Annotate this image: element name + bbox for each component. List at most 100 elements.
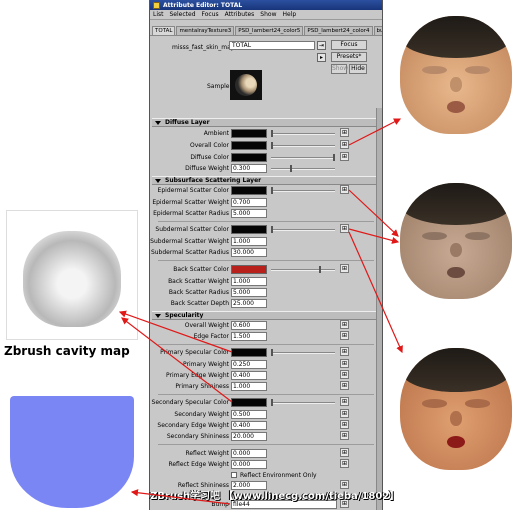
edge-factor-map-icon[interactable]: ⊞ xyxy=(340,331,349,340)
primary-shininess-field[interactable]: 1.000 xyxy=(231,382,267,391)
row-primary-shininess: Primary Shininess 1.000 ⊞ xyxy=(152,381,376,392)
select-input-icon[interactable]: ⇥ xyxy=(317,41,326,50)
primary-color-label: Primary Specular Color xyxy=(160,349,229,356)
reflect-weight-map-icon[interactable]: ⊞ xyxy=(340,448,349,457)
row-epidermal-weight: Epidermal Scatter Weight 0.700 xyxy=(152,197,376,208)
reflect-edge-map-icon[interactable]: ⊞ xyxy=(340,459,349,468)
menu-attributes[interactable]: Attributes xyxy=(225,11,255,18)
menu-selected[interactable]: Selected xyxy=(170,11,196,18)
diffuse-color-label: Diffuse Color xyxy=(190,154,229,161)
secondary-weight-map-icon[interactable]: ⊞ xyxy=(340,409,349,418)
secondary-color-slider[interactable] xyxy=(271,399,335,406)
presets-button[interactable]: Presets* xyxy=(331,52,367,62)
menu-show[interactable]: Show xyxy=(260,11,276,18)
back-radius-field[interactable]: 5.000 xyxy=(231,288,267,297)
back-color-map-icon[interactable]: ⊞ xyxy=(340,264,349,273)
row-primary-color: Primary Specular Color ⊞ xyxy=(152,347,376,358)
subdermal-weight-field[interactable]: 1.000 xyxy=(231,237,267,246)
render-diffuse-face xyxy=(400,16,512,134)
subdermal-radius-field[interactable]: 30.000 xyxy=(231,248,267,257)
menu-help[interactable]: Help xyxy=(282,11,296,18)
tab-total[interactable]: TOTAL xyxy=(152,26,176,35)
section-diffuse[interactable]: Diffuse Layer xyxy=(152,118,376,127)
overall-color-label: Overall Color xyxy=(189,142,229,149)
section-specularity[interactable]: Specularity xyxy=(152,311,376,320)
ambient-map-icon[interactable]: ⊞ xyxy=(340,128,349,137)
back-color-swatch[interactable] xyxy=(231,265,267,274)
overall-weight-map-icon[interactable]: ⊞ xyxy=(340,320,349,329)
separator xyxy=(158,444,374,445)
diffuse-color-map-icon[interactable]: ⊞ xyxy=(340,152,349,161)
overall-color-swatch[interactable] xyxy=(231,141,267,150)
subdermal-color-slider[interactable] xyxy=(271,226,335,233)
row-primary-edge: Primary Edge Weight 0.400 ⊞ xyxy=(152,370,376,381)
epidermal-weight-label: Epidermal Scatter Weight xyxy=(152,199,229,206)
primary-weight-field[interactable]: 0.250 xyxy=(231,360,267,369)
primary-edge-map-icon[interactable]: ⊞ xyxy=(340,370,349,379)
separator xyxy=(158,344,374,345)
tab-psd-color4[interactable]: PSD_lambert24_color4 xyxy=(304,26,373,35)
menu-focus[interactable]: Focus xyxy=(202,11,219,18)
primary-color-swatch[interactable] xyxy=(231,348,267,357)
render-subsurface-face xyxy=(400,183,512,299)
vertical-scrollbar[interactable] xyxy=(376,108,382,510)
secondary-color-map-icon[interactable]: ⊞ xyxy=(340,397,349,406)
hide-button[interactable]: Hide xyxy=(349,64,367,74)
overall-color-map-icon[interactable]: ⊞ xyxy=(340,140,349,149)
back-color-slider[interactable] xyxy=(271,266,335,273)
secondary-edge-map-icon[interactable]: ⊞ xyxy=(340,420,349,429)
node-name-field[interactable]: TOTAL xyxy=(229,41,315,50)
secondary-weight-field[interactable]: 0.500 xyxy=(231,410,267,419)
ambient-swatch[interactable] xyxy=(231,129,267,138)
go-output-icon[interactable]: ▸ xyxy=(317,53,326,62)
window-titlebar[interactable]: Attribute Editor: TOTAL xyxy=(150,0,382,10)
primary-weight-map-icon[interactable]: ⊞ xyxy=(340,359,349,368)
diffuse-weight-slider[interactable] xyxy=(271,165,335,172)
edge-factor-field[interactable]: 1.500 xyxy=(231,332,267,341)
cavity-map-image xyxy=(6,210,138,340)
section-subsurface[interactable]: Subsurface Scattering Layer xyxy=(152,176,376,185)
diffuse-weight-field[interactable]: 0.300 xyxy=(231,164,267,173)
tab-mentalray-texture[interactable]: mentalrayTexture3 xyxy=(176,26,235,35)
primary-color-slider[interactable] xyxy=(271,349,335,356)
overall-weight-field[interactable]: 0.600 xyxy=(231,321,267,330)
overall-color-slider[interactable] xyxy=(271,142,335,149)
row-subdermal-color: Subdermal Scatter Color ⊞ xyxy=(152,224,376,235)
focus-button[interactable]: Focus xyxy=(331,40,367,50)
diffuse-color-swatch[interactable] xyxy=(231,153,267,162)
tab-bu[interactable]: bu xyxy=(373,26,382,35)
row-ambient: Ambient ⊞ xyxy=(152,128,376,139)
reflect-env-checkbox[interactable] xyxy=(231,472,237,478)
row-back-radius: Back Scatter Radius 5.000 xyxy=(152,287,376,298)
secondary-color-swatch[interactable] xyxy=(231,398,267,407)
epidermal-color-map-icon[interactable]: ⊞ xyxy=(340,185,349,194)
epidermal-radius-field[interactable]: 5.000 xyxy=(231,209,267,218)
epidermal-weight-field[interactable]: 0.700 xyxy=(231,198,267,207)
secondary-shininess-map-icon[interactable]: ⊞ xyxy=(340,431,349,440)
reflect-weight-field[interactable]: 0.000 xyxy=(231,449,267,458)
back-weight-field[interactable]: 1.000 xyxy=(231,277,267,286)
epidermal-radius-label: Epidermal Scatter Radius xyxy=(153,210,229,217)
back-depth-field[interactable]: 25.000 xyxy=(231,299,267,308)
section-subsurface-title: Subsurface Scattering Layer xyxy=(165,177,262,184)
subdermal-color-swatch[interactable] xyxy=(231,225,267,234)
reflect-edge-field[interactable]: 0.000 xyxy=(231,460,267,469)
primary-shininess-map-icon[interactable]: ⊞ xyxy=(340,381,349,390)
secondary-shininess-field[interactable]: 20.000 xyxy=(231,432,267,441)
secondary-edge-field[interactable]: 0.400 xyxy=(231,421,267,430)
render-diffuse-frame xyxy=(394,8,518,140)
diffuse-color-slider[interactable] xyxy=(271,154,335,161)
epidermal-color-swatch[interactable] xyxy=(231,186,267,195)
ambient-slider[interactable] xyxy=(271,130,335,137)
subdermal-color-map-icon[interactable]: ⊞ xyxy=(340,224,349,233)
tab-psd-color5[interactable]: PSD_lambert24_color5 xyxy=(235,26,304,35)
primary-edge-field[interactable]: 0.400 xyxy=(231,371,267,380)
section-diffuse-title: Diffuse Layer xyxy=(165,119,210,126)
cavity-map-caption: Zbrush cavity map xyxy=(4,344,130,358)
primary-color-map-icon[interactable]: ⊞ xyxy=(340,347,349,356)
ambient-label: Ambient xyxy=(203,130,229,137)
epidermal-color-slider[interactable] xyxy=(271,187,335,194)
diffuse-weight-label: Diffuse Weight xyxy=(185,165,229,172)
show-button[interactable]: Show xyxy=(331,64,348,74)
menu-list[interactable]: List xyxy=(153,11,164,18)
